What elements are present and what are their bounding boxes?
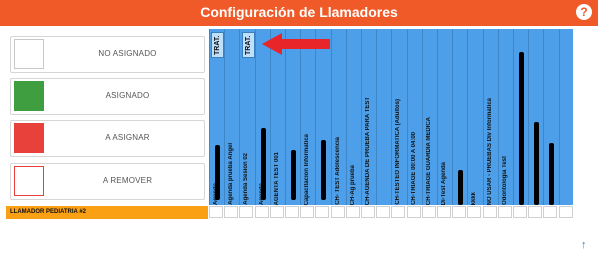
redaction-mark: [519, 52, 524, 205]
column-divider: [452, 29, 453, 205]
column-divider: [209, 29, 210, 205]
column-header[interactable]: CH-TRIAGE GUARDIA MEDICA: [425, 117, 434, 205]
legend-swatch: [14, 39, 44, 69]
column-divider: [543, 29, 544, 205]
column-header[interactable]: CH-AGENDA DE PRUEBA PARA TEST: [364, 97, 373, 205]
assignment-cell[interactable]: [483, 206, 497, 218]
legend-asignado: ASIGNADO: [10, 78, 205, 115]
column-header[interactable]: CH-TRIAGE 00:00 A 04:00: [410, 132, 419, 205]
assignment-cell[interactable]: [437, 206, 451, 218]
legend-a-asignar: A ASIGNAR: [10, 120, 205, 157]
column-divider: [407, 29, 408, 205]
column-header[interactable]: Agenda Sesion 02: [242, 153, 251, 205]
assignment-cell[interactable]: [498, 206, 512, 218]
arrow-up-icon[interactable]: ↑: [581, 240, 587, 251]
legend-label: NO ASIGNADO: [98, 49, 157, 58]
legend-no-asignado: NO ASIGNADO: [10, 36, 205, 73]
legend-label: ASIGNADO: [105, 91, 150, 100]
column-header[interactable]: CH-TESTEO INFORMATICA (Adultos): [394, 99, 403, 205]
column-divider: [224, 29, 225, 205]
help-icon[interactable]: ?: [576, 4, 592, 20]
assignment-cell[interactable]: [452, 206, 466, 218]
assignment-cell[interactable]: [270, 206, 284, 218]
arrow-left-icon: [262, 33, 330, 55]
assignment-cell[interactable]: [528, 206, 542, 218]
row-label: LLAMADOR PEDIATRIA #2: [6, 206, 208, 219]
assignment-cell[interactable]: [300, 206, 314, 218]
assignment-cell[interactable]: [391, 206, 405, 218]
column-header[interactable]: kkkk: [470, 192, 479, 205]
column-header[interactable]: Agenda prueba Angel: [227, 143, 236, 205]
page-title: Configuración de Llamadores: [200, 4, 398, 20]
redaction-mark: [261, 128, 266, 200]
column-header[interactable]: NO USAR - PRUEBAS Div Informatica: [486, 98, 495, 205]
assignment-cell[interactable]: [331, 206, 345, 218]
column-divider: [498, 29, 499, 205]
assignment-cell[interactable]: [209, 206, 223, 218]
assignment-cell[interactable]: [422, 206, 436, 218]
header-bar: Configuración de Llamadores ?: [0, 0, 598, 26]
column-divider: [391, 29, 392, 205]
assignment-cell[interactable]: [376, 206, 390, 218]
column-header[interactable]: Odontologia Test: [501, 156, 510, 205]
column-divider: [513, 29, 514, 205]
column-header[interactable]: AGENTA TEST 001: [273, 152, 282, 205]
column-header[interactable]: Capacitacion Informatica: [303, 134, 312, 205]
assignment-cell[interactable]: [346, 206, 360, 218]
column-divider: [422, 29, 423, 205]
legend-label: A ASIGNAR: [105, 133, 150, 142]
assignment-cell[interactable]: [559, 206, 573, 218]
legend-swatch: [14, 81, 44, 111]
assignment-cell[interactable]: [361, 206, 375, 218]
column-divider: [437, 29, 438, 205]
legend-a-remover: A REMOVER: [10, 163, 205, 200]
redaction-mark: [291, 150, 296, 200]
column-header[interactable]: Di-Test Agenda: [440, 162, 449, 205]
column-header[interactable]: CH- TEST Adolescencia: [334, 137, 343, 205]
trat-badge: TRAT.: [211, 32, 224, 58]
assignment-cell[interactable]: [315, 206, 329, 218]
redaction-mark: [321, 140, 326, 200]
assignment-cell[interactable]: [224, 206, 238, 218]
column-header[interactable]: CH-Ag prueba: [349, 165, 358, 205]
column-divider: [361, 29, 362, 205]
column-divider: [346, 29, 347, 205]
column-divider: [239, 29, 240, 205]
assignment-cell[interactable]: [239, 206, 253, 218]
assignment-cell[interactable]: [285, 206, 299, 218]
redaction-mark: [534, 122, 539, 205]
column-divider: [483, 29, 484, 205]
legend-swatch: [14, 166, 44, 196]
redaction-mark: [549, 143, 554, 205]
assignment-cell[interactable]: [543, 206, 557, 218]
trat-badge: TRAT.: [242, 32, 255, 58]
column-divider: [376, 29, 377, 205]
assignment-cell[interactable]: [513, 206, 527, 218]
column-divider: [528, 29, 529, 205]
column-divider: [467, 29, 468, 205]
legend-label: A REMOVER: [102, 176, 153, 185]
assignment-cell[interactable]: [255, 206, 269, 218]
legend-swatch: [14, 123, 44, 153]
column-divider: [559, 29, 560, 205]
redaction-mark: [458, 170, 463, 205]
assignment-cell[interactable]: [467, 206, 481, 218]
assignment-cell[interactable]: [407, 206, 421, 218]
redaction-mark: [215, 145, 220, 200]
column-divider: [255, 29, 256, 205]
